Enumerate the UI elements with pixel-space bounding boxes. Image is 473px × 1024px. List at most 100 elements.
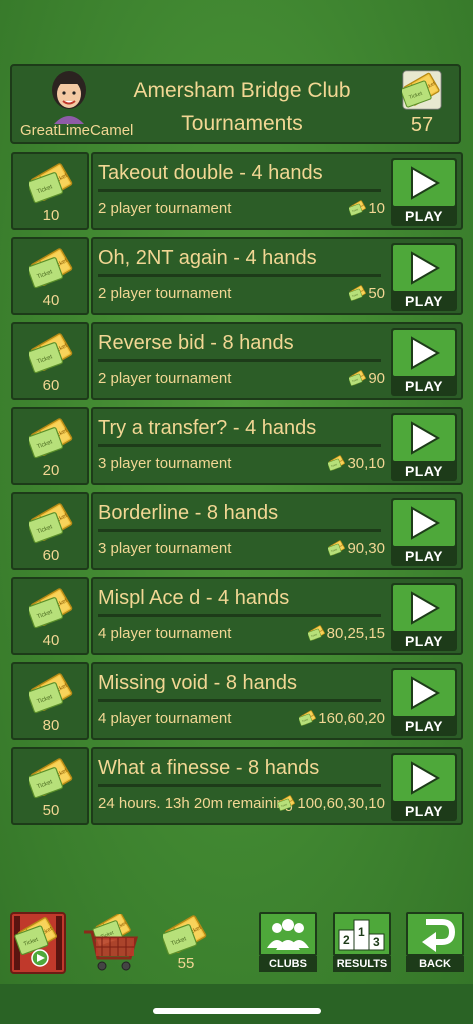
play-button[interactable]: PLAY [391,753,457,821]
play-icon [411,506,440,540]
entry-cost-box: 50 [11,747,89,825]
ticket-count: 57 [410,114,434,136]
prize: 30,10 [328,454,385,472]
entry-cost-box: 80 [11,662,89,740]
entry-cost: 40 [42,632,60,649]
shop-cart-button[interactable] [82,914,140,974]
tournament-name: What a finesse - 8 hands [98,757,320,779]
prize-amount: 90,30 [347,539,385,557]
ticket-icon [349,369,367,387]
svg-text:1: 1 [358,925,365,939]
club-name: Amersham Bridge Club [133,79,351,102]
entry-cost-box: 60 [11,322,89,400]
play-icon [411,336,440,370]
tournament-type: 3 player tournament [98,455,232,472]
prize-amount: 160,60,20 [318,709,385,727]
ticket-icon [349,284,367,302]
divider [98,444,381,447]
tournament-row: 80 Missing void - 8 hands 4 player tourn… [11,662,463,740]
divider [98,784,381,787]
tournament-info[interactable]: Try a transfer? - 4 hands 3 player tourn… [91,407,463,485]
tournament-name: Reverse bid - 8 hands [98,332,294,354]
results-button[interactable]: 2 1 3 RESULTS [333,912,391,974]
play-label: PLAY [404,718,444,734]
tournament-type: 4 player tournament [98,710,232,727]
play-icon [411,166,440,200]
divider [98,359,381,362]
ticket-icon [29,757,74,799]
tournament-name: Try a transfer? - 4 hands [98,417,317,439]
entry-cost-box: 10 [11,152,89,230]
home-indicator[interactable] [153,1008,321,1014]
ticket-icon [299,709,317,727]
play-button[interactable]: PLAY [391,498,457,566]
prize: 10 [349,199,385,217]
entry-cost: 60 [42,547,60,564]
tournament-info[interactable]: Oh, 2NT again - 4 hands 2 player tournam… [91,237,463,315]
tournament-info[interactable]: Borderline - 8 hands 3 player tournament… [91,492,463,570]
tournament-info[interactable]: Takeout double - 4 hands 2 player tourna… [91,152,463,230]
entry-cost-box: 40 [11,237,89,315]
play-button[interactable]: PLAY [391,668,457,736]
divider [98,274,381,277]
ticket-icon [29,247,74,289]
ticket-icon [307,624,326,642]
clubs-icon [267,919,309,950]
tournament-type: 2 player tournament [98,285,232,302]
tournament-info[interactable]: Reverse bid - 8 hands 2 player tournamen… [91,322,463,400]
ticket-icon [29,162,74,204]
prize-amount: 100,60,30,10 [297,794,385,812]
ticket-icon [349,199,367,217]
tournament-row: 40 Mispl Ace d - 4 hands 4 player tourna… [11,577,463,655]
tournament-info[interactable]: Mispl Ace d - 4 hands 4 player tournamen… [91,577,463,655]
entry-cost: 80 [42,717,60,734]
divider [98,699,381,702]
prize: 100,60,30,10 [278,794,385,812]
tournament-row: 40 Oh, 2NT again - 4 hands 2 player tour… [11,237,463,315]
ticket-icon [29,417,74,459]
play-label: PLAY [404,548,444,564]
play-label: PLAY [404,633,444,649]
play-label: PLAY [404,378,444,394]
back-arrow-icon [422,919,456,952]
prize: 50 [349,284,385,302]
play-button[interactable]: PLAY [391,583,457,651]
play-button[interactable]: PLAY [391,158,457,226]
tournament-info[interactable]: Missing void - 8 hands 4 player tourname… [91,662,463,740]
video-tickets-button[interactable] [10,912,66,974]
play-label: PLAY [404,803,444,819]
tournament-info[interactable]: What a finesse - 8 hands 24 hours. 13h 2… [91,747,463,825]
svg-text:3: 3 [373,935,380,949]
page-title: Amersham Bridge Club Tournaments [112,74,372,140]
tournament-type: 2 player tournament [98,370,232,387]
tournament-type: 24 hours. 13h 20m remaining [98,795,294,812]
avatar[interactable] [44,66,94,124]
clubs-label: CLUBS [259,956,317,972]
tournament-row: 60 Borderline - 8 hands 3 player tournam… [11,492,463,570]
tournament-name: Takeout double - 4 hands [98,162,323,184]
entry-cost-box: 60 [11,492,89,570]
prize-amount: 50 [368,284,385,302]
ticket-icon [278,794,296,812]
divider [98,189,381,192]
tournament-name: Borderline - 8 hands [98,502,279,524]
ticket-icon [29,502,74,544]
play-button[interactable]: PLAY [391,413,457,481]
prize: 80,25,15 [307,624,385,642]
entry-cost: 20 [42,462,60,479]
entry-cost-box: 40 [11,577,89,655]
tournament-name: Missing void - 8 hands [98,672,297,694]
clubs-button[interactable]: CLUBS [259,912,317,974]
play-button[interactable]: PLAY [391,243,457,311]
prize-amount: 80,25,15 [326,624,385,642]
ticket-icon [29,587,74,629]
results-label: RESULTS [333,956,391,972]
ticket-icon [29,672,74,714]
entry-cost-box: 20 [11,407,89,485]
play-icon [411,421,440,455]
header-panel: GreatLimeCamel Amersham Bridge Club Tour… [10,64,461,144]
back-button[interactable]: BACK [406,912,464,974]
tournament-row: 20 Try a transfer? - 4 hands 3 player to… [11,407,463,485]
play-button[interactable]: PLAY [391,328,457,396]
prize-amount: 10 [368,199,385,217]
